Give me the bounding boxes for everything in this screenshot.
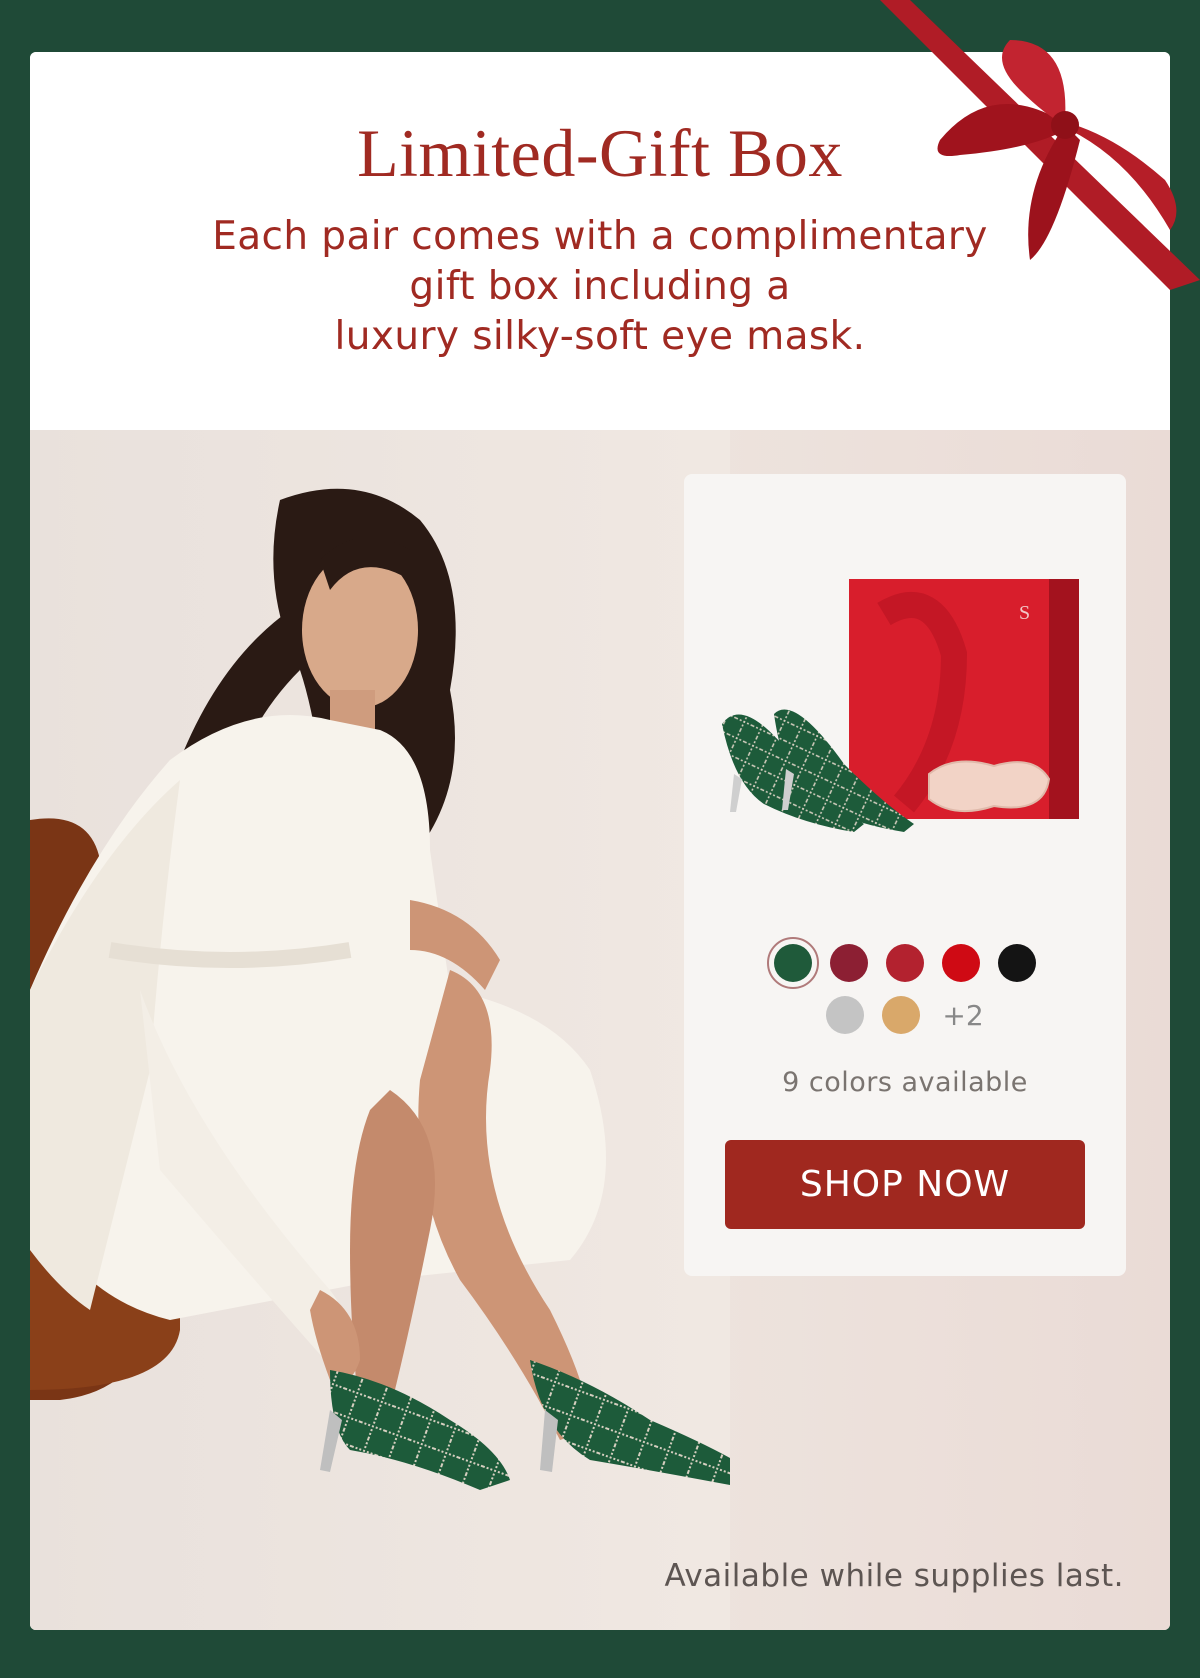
swatch-red[interactable] xyxy=(942,944,980,982)
subtitle-line: luxury silky-soft eye mask. xyxy=(334,314,866,359)
color-swatches: +2 xyxy=(684,937,1126,1048)
swatch-burgundy-plaid[interactable] xyxy=(830,944,868,982)
swatch-black[interactable] xyxy=(998,944,1036,982)
product-panel: S +2 9 colors available SHOP NOW xyxy=(684,474,1126,1276)
swatch-green-plaid[interactable] xyxy=(767,937,819,989)
colors-available-text: 9 colors available xyxy=(782,1067,1028,1098)
availability-note: Available while supplies last. xyxy=(664,1558,1124,1594)
hero-banner: S +2 9 colors available SHOP NOW Availab… xyxy=(30,430,1170,1630)
gift-box-product-image: S xyxy=(722,579,1079,832)
more-colors-label[interactable]: +2 xyxy=(942,999,983,1032)
model-photo xyxy=(30,430,730,1630)
ribbon-bow-decoration xyxy=(880,0,1200,290)
swatch-silver[interactable] xyxy=(826,996,865,1034)
swatch-row: +2 xyxy=(684,996,1126,1034)
svg-text:S: S xyxy=(1019,602,1030,624)
swatch-red-glitter[interactable] xyxy=(886,944,924,982)
swatch-row xyxy=(684,937,1126,989)
swatch-gold[interactable] xyxy=(882,996,921,1034)
shop-now-button[interactable]: SHOP NOW xyxy=(725,1140,1085,1229)
